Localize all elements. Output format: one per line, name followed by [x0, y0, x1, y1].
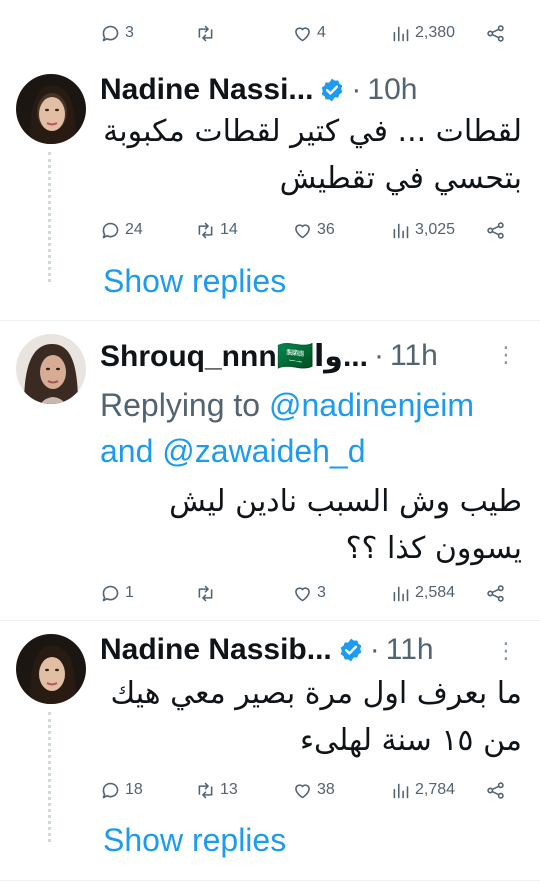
view-count: 2,584 — [415, 584, 456, 601]
thread-line — [48, 712, 54, 842]
avatar[interactable] — [16, 634, 86, 704]
tweet-actions: 1 3 2,584 — [100, 578, 520, 608]
share-icon — [487, 221, 504, 239]
heart-icon — [295, 26, 310, 41]
author-name[interactable]: Nadine Nassib... — [100, 633, 332, 667]
tweet-text-line: ما بعرف اول مرة بصير معي هيك — [110, 676, 522, 711]
reply-count: 24 — [125, 221, 143, 238]
more-options-icon[interactable]: ⋮ — [495, 342, 518, 368]
like-button[interactable]: 4 — [292, 18, 326, 48]
share-button[interactable] — [485, 215, 506, 245]
show-replies-link[interactable]: Show replies — [103, 822, 286, 859]
tweet-actions: 24 14 36 3,025 — [100, 215, 520, 245]
reply-icon — [102, 25, 119, 41]
views-icon — [393, 223, 409, 238]
share-button[interactable] — [485, 775, 506, 805]
reply-count: 1 — [125, 584, 134, 601]
retweet-icon — [198, 585, 213, 601]
tweet-actions: 3 4 2,380 — [100, 18, 520, 48]
show-replies-link[interactable]: Show replies — [103, 263, 286, 300]
heart-icon — [295, 783, 310, 798]
separator-dot: · — [351, 73, 362, 106]
retweet-count: 14 — [220, 221, 238, 238]
view-count: 2,380 — [415, 24, 456, 41]
tweet-actions: 18 13 38 2,784 — [100, 775, 520, 805]
views-button[interactable]: 2,784 — [390, 775, 455, 805]
retweet-button[interactable]: 13 — [195, 775, 238, 805]
replying-to-label: Replying to — [100, 387, 261, 423]
views-icon — [393, 26, 409, 41]
reply-icon — [102, 585, 119, 601]
retweet-icon — [198, 222, 213, 238]
like-count: 3 — [317, 584, 326, 601]
heart-icon — [295, 586, 310, 601]
reply-button[interactable]: 18 — [100, 775, 143, 805]
reply-button[interactable]: 24 — [100, 215, 143, 245]
view-count: 3,025 — [415, 221, 456, 238]
tweet-text-line: لقطات ... في كتير لقطات مكبوبة — [103, 114, 522, 149]
reply-button[interactable]: 3 — [100, 18, 134, 48]
views-button[interactable]: 2,380 — [390, 18, 455, 48]
author-name[interactable]: Nadine Nassi... — [100, 73, 313, 107]
share-icon — [487, 24, 504, 42]
tweet-text: طيب وش السبب نادين ليش يسوون كذا ؟؟ — [102, 478, 522, 572]
view-count: 2,784 — [415, 781, 456, 798]
tweet-text: لقطات ... في كتير لقطات مكبوبة بتحسي في … — [102, 108, 522, 202]
avatar[interactable] — [16, 334, 86, 404]
reply-icon — [102, 222, 119, 238]
more-options-icon[interactable]: ⋮ — [495, 638, 518, 664]
reply-count: 18 — [125, 781, 143, 798]
tweet-text-line: من ١٥ سنة لهلىء — [299, 723, 522, 758]
tweet-header: Nadine Nassi... · 10h — [100, 72, 417, 108]
views-icon — [393, 586, 409, 601]
retweet-button[interactable]: 14 — [195, 215, 238, 245]
replying-to: Replying to @nadinenjeim and @zawaideh_d — [100, 382, 530, 474]
timestamp[interactable]: 10h — [367, 73, 417, 107]
mention-link[interactable]: @zawaideh_d — [162, 433, 365, 469]
timestamp[interactable]: 11h — [386, 633, 434, 667]
mention-link[interactable]: @nadinenjeim — [269, 387, 474, 423]
thread-line — [48, 152, 54, 282]
retweet-icon — [198, 25, 213, 41]
tweet-header: Nadine Nassib... · 11h — [100, 632, 434, 668]
like-count: 36 — [317, 221, 335, 238]
like-count: 4 — [317, 24, 326, 41]
retweet-button[interactable] — [195, 18, 216, 48]
tweet-text-line: يسوون كذا ؟؟ — [345, 531, 522, 566]
timestamp[interactable]: 11h — [390, 339, 438, 373]
share-icon — [487, 584, 504, 602]
retweet-button[interactable] — [195, 578, 216, 608]
views-icon — [393, 783, 409, 798]
tweet-text-line: طيب وش السبب نادين ليش — [169, 484, 522, 519]
share-button[interactable] — [485, 18, 506, 48]
retweet-icon — [198, 782, 213, 798]
divider — [0, 320, 540, 321]
verified-badge-icon — [340, 638, 362, 662]
reply-icon — [102, 782, 119, 798]
retweet-count: 13 — [220, 781, 238, 798]
separator-dot: · — [369, 633, 380, 666]
verified-badge-icon — [322, 78, 343, 102]
reply-count: 3 — [125, 24, 134, 41]
tweet-header: Shrouq_nnn🇸🇦وا... · 11h — [100, 338, 438, 374]
views-button[interactable]: 2,584 — [390, 578, 455, 608]
divider — [0, 620, 540, 621]
author-name[interactable]: Shrouq_nnn🇸🇦وا... — [100, 339, 368, 374]
divider — [0, 880, 540, 881]
like-button[interactable]: 3 — [292, 578, 326, 608]
heart-icon — [295, 223, 310, 238]
tweet-text-line: بتحسي في تقطيش — [279, 161, 522, 196]
tweet-text: ما بعرف اول مرة بصير معي هيك من ١٥ سنة ل… — [102, 670, 522, 764]
like-count: 38 — [317, 781, 335, 798]
like-button[interactable]: 38 — [292, 775, 335, 805]
views-button[interactable]: 3,025 — [390, 215, 455, 245]
avatar[interactable] — [16, 74, 86, 144]
share-icon — [487, 781, 504, 799]
like-button[interactable]: 36 — [292, 215, 335, 245]
and-label: and — [100, 433, 154, 469]
share-button[interactable] — [485, 578, 506, 608]
reply-button[interactable]: 1 — [100, 578, 134, 608]
separator-dot: · — [373, 339, 384, 372]
